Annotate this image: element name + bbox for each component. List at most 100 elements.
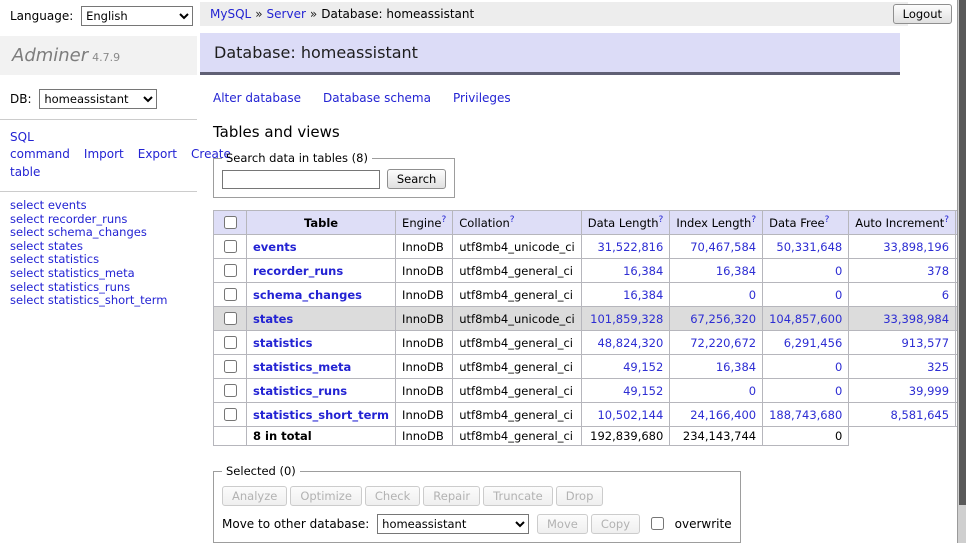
help-icon[interactable]: ? (825, 215, 830, 225)
copy-button[interactable]: Copy (591, 514, 640, 534)
main-content: Alter databaseDatabase schemaPrivileges … (200, 91, 912, 543)
search-input[interactable] (222, 170, 380, 189)
sidebar-action-link[interactable]: SQL command (10, 130, 70, 161)
sidebar-action-link[interactable]: Export (138, 147, 177, 161)
column-header: Data Length? (581, 211, 670, 235)
column-header: Auto Increment? (849, 211, 956, 235)
drop-button[interactable]: Drop (556, 486, 604, 506)
table-link[interactable]: schema_changes (48, 225, 147, 239)
row-checkbox[interactable] (224, 288, 237, 301)
language-select[interactable]: English (81, 6, 193, 26)
data-free-cell: 50,331,648 (763, 235, 849, 259)
data-length-cell: 31,522,816 (581, 235, 670, 259)
table-name-link[interactable]: statistics_runs (253, 384, 347, 398)
analyze-button[interactable]: Analyze (222, 486, 287, 506)
repair-button[interactable]: Repair (423, 486, 480, 506)
column-header-label: Collation (459, 216, 510, 230)
data-length-cell: 16,384 (581, 283, 670, 307)
table-name-link[interactable]: recorder_runs (253, 264, 343, 278)
row-checkbox[interactable] (224, 312, 237, 325)
select-link[interactable]: select (10, 225, 44, 239)
breadcrumb-link[interactable]: MySQL (210, 7, 251, 21)
search-button[interactable]: Search (387, 169, 447, 189)
select-link[interactable]: select (10, 212, 44, 226)
table-name-link[interactable]: events (253, 240, 297, 254)
row-checkbox-cell (214, 379, 247, 403)
data-length-cell: 49,152 (581, 379, 670, 403)
help-icon[interactable]: ? (510, 215, 515, 225)
row-checkbox[interactable] (224, 408, 237, 421)
engine-cell: InnoDB (396, 235, 453, 259)
scrollbar-thumb[interactable] (959, 0, 966, 505)
adminer-app: Language: English Adminer4.7.9 DB: homea… (0, 0, 966, 543)
table-link[interactable]: recorder_runs (48, 212, 128, 226)
select-link[interactable]: select (10, 293, 44, 307)
table-name-link[interactable]: statistics_short_term (253, 408, 389, 422)
index-length-cell: 16,384 (670, 259, 763, 283)
row-checkbox[interactable] (224, 384, 237, 397)
row-checkbox[interactable] (224, 264, 237, 277)
data-length-cell: 101,859,328 (581, 307, 670, 331)
table-link[interactable]: states (48, 239, 83, 253)
select-all-checkbox[interactable] (224, 216, 237, 229)
move-db-select[interactable]: homeassistant (377, 514, 529, 534)
select-link[interactable]: select (10, 198, 44, 212)
move-button[interactable]: Move (537, 514, 588, 534)
row-checkbox[interactable] (224, 336, 237, 349)
table-link[interactable]: statistics_runs (48, 280, 130, 294)
table-name-link[interactable]: states (253, 312, 293, 326)
title-bar: Database: homeassistant (200, 33, 900, 75)
table-name-link[interactable]: statistics_meta (253, 360, 351, 374)
index-length-cell: 24,166,400 (670, 403, 763, 427)
table-link[interactable]: statistics_short_term (48, 293, 168, 307)
total-index-length-cell: 234,143,744 (670, 427, 763, 446)
auto-increment-cell: 33,898,196 (849, 235, 956, 259)
total-data-free-cell: 0 (763, 427, 849, 446)
row-checkbox-cell (214, 259, 247, 283)
row-checkbox[interactable] (224, 240, 237, 253)
main-area: MySQL»Server»Database: homeassistant Dat… (200, 0, 912, 543)
select-link[interactable]: select (10, 266, 44, 280)
index-length-cell: 16,384 (670, 355, 763, 379)
tables-tbody: eventsInnoDButf8mb4_unicode_ci31,522,816… (214, 235, 966, 446)
help-icon[interactable]: ? (751, 215, 756, 225)
truncate-button[interactable]: Truncate (483, 486, 553, 506)
db-action-link[interactable]: Database schema (323, 91, 431, 105)
table-name-link[interactable]: schema_changes (253, 288, 362, 302)
table-name-link[interactable]: statistics (253, 336, 313, 350)
index-length-cell: 70,467,584 (670, 235, 763, 259)
table-link[interactable]: statistics (48, 252, 99, 266)
overwrite-checkbox[interactable] (651, 517, 664, 530)
select-link[interactable]: select (10, 239, 44, 253)
help-icon[interactable]: ? (659, 215, 664, 225)
data-length-cell: 16,384 (581, 259, 670, 283)
help-icon[interactable]: ? (944, 215, 949, 225)
sidebar-action-link[interactable]: Import (84, 147, 124, 161)
vertical-scrollbar[interactable] (957, 0, 966, 543)
db-action-link[interactable]: Alter database (213, 91, 301, 105)
row-checkbox[interactable] (224, 360, 237, 373)
auto-increment-cell: 39,999 (849, 379, 956, 403)
db-select[interactable]: homeassistant (39, 89, 157, 109)
search-legend: Search data in tables (8) (222, 151, 372, 165)
total-collation-cell: utf8mb4_general_ci (453, 427, 582, 446)
language-row: Language: English (0, 0, 197, 30)
optimize-button[interactable]: Optimize (290, 486, 362, 506)
sidebar-table-list: select eventsselect recorder_runsselect … (0, 199, 197, 308)
breadcrumb-current: Database: homeassistant (321, 7, 474, 21)
logout-button[interactable]: Logout (893, 4, 952, 24)
table-link[interactable]: statistics_meta (48, 266, 135, 280)
select-link[interactable]: select (10, 252, 44, 266)
sidebar-item-recorder_runs: select recorder_runs (10, 213, 187, 227)
select-link[interactable]: select (10, 280, 44, 294)
check-button[interactable]: Check (365, 486, 420, 506)
overwrite-label[interactable]: overwrite (675, 517, 732, 531)
table-link[interactable]: events (48, 198, 87, 212)
sidebar-item-statistics_runs: select statistics_runs (10, 281, 187, 295)
breadcrumb-link[interactable]: Server (267, 7, 306, 21)
db-action-link[interactable]: Privileges (453, 91, 511, 105)
column-header: Index Length? (670, 211, 763, 235)
help-icon[interactable]: ? (441, 215, 446, 225)
tables-table: TableEngine?Collation?Data Length?Index … (213, 210, 966, 446)
breadcrumb-separator: » (255, 7, 262, 21)
